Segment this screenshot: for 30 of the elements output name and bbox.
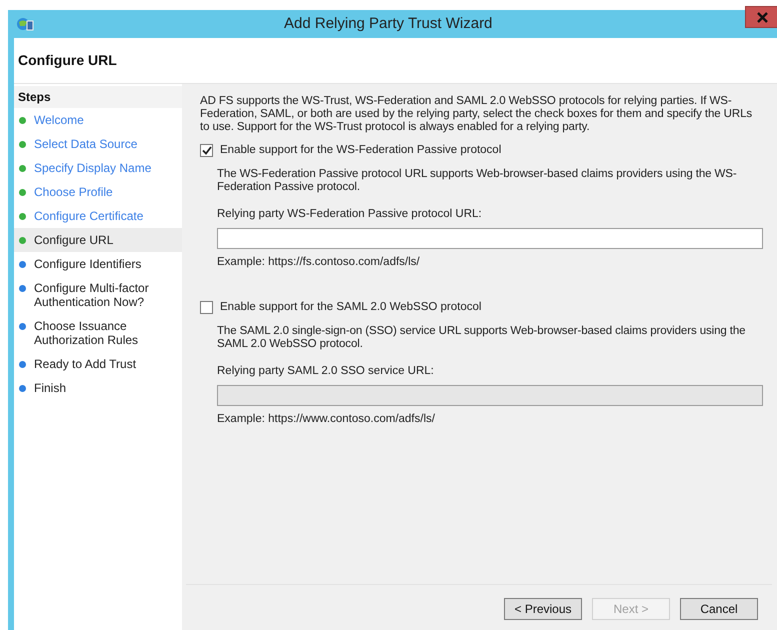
step-label: Configure URL	[34, 233, 114, 247]
step-label: Welcome	[34, 113, 85, 127]
steps-heading: Steps	[14, 86, 182, 108]
example-text: Example: https://fs.contoso.com/adfs/ls/	[217, 256, 421, 269]
field-label: Relying party WS-Federation Passive protocol URL:	[217, 208, 483, 221]
app-icon	[16, 16, 34, 32]
checkbox-label[interactable]: Enable support for the WS-Federation Passive protocol	[220, 144, 502, 157]
step-label: Choose Profile	[34, 185, 114, 199]
step-label: Finish	[34, 381, 68, 395]
page-heading: Configure URL	[18, 51, 117, 70]
step-label: Configure Certificate	[34, 209, 144, 223]
close-icon	[756, 12, 768, 22]
step-label: Configure Identifiers	[34, 257, 142, 271]
intro-text: AD FS supports the WS-Trust, WS-Federation and SAML 2.0 WebSSO protocols for relying parties. If WS-Federation, SAML, or both are used by the relying party, select the check boxes for them and specify the URLs to use. Support for the WS-Trust protocol is always enabled for a relying party.	[200, 95, 754, 134]
checkbox[interactable]	[200, 144, 213, 157]
field-label: Relying party SAML 2.0 SSO service URL:	[217, 365, 435, 378]
step-label: Specify Display Name	[34, 161, 152, 175]
wizard-button[interactable]: Cancel	[680, 598, 758, 620]
close-button[interactable]	[745, 6, 777, 28]
step-label: Configure Multi-factor Authentication Now?	[34, 281, 150, 309]
option-description: The WS-Federation Passive protocol URL supports Web-browser-based claims providers using the WS-Federation Passive protocol.	[217, 168, 738, 194]
step-label: Ready to Add Trust	[34, 357, 138, 371]
wizard-button[interactable]: < Previous	[504, 598, 582, 620]
check-icon	[202, 146, 212, 155]
window-title: Add Relying Party Trust Wizard	[284, 14, 492, 34]
example-text: Example: https://www.contoso.com/adfs/ls/	[217, 413, 436, 426]
step-label: Select Data Source	[34, 137, 138, 151]
step-label: Choose Issuance Authorization Rules	[34, 319, 140, 347]
option-description: The SAML 2.0 single-sign-on (SSO) service URL supports Web-browser-based claims providers using the SAML 2.0 WebSSO protocol.	[217, 325, 746, 351]
url-field[interactable]	[217, 228, 763, 249]
